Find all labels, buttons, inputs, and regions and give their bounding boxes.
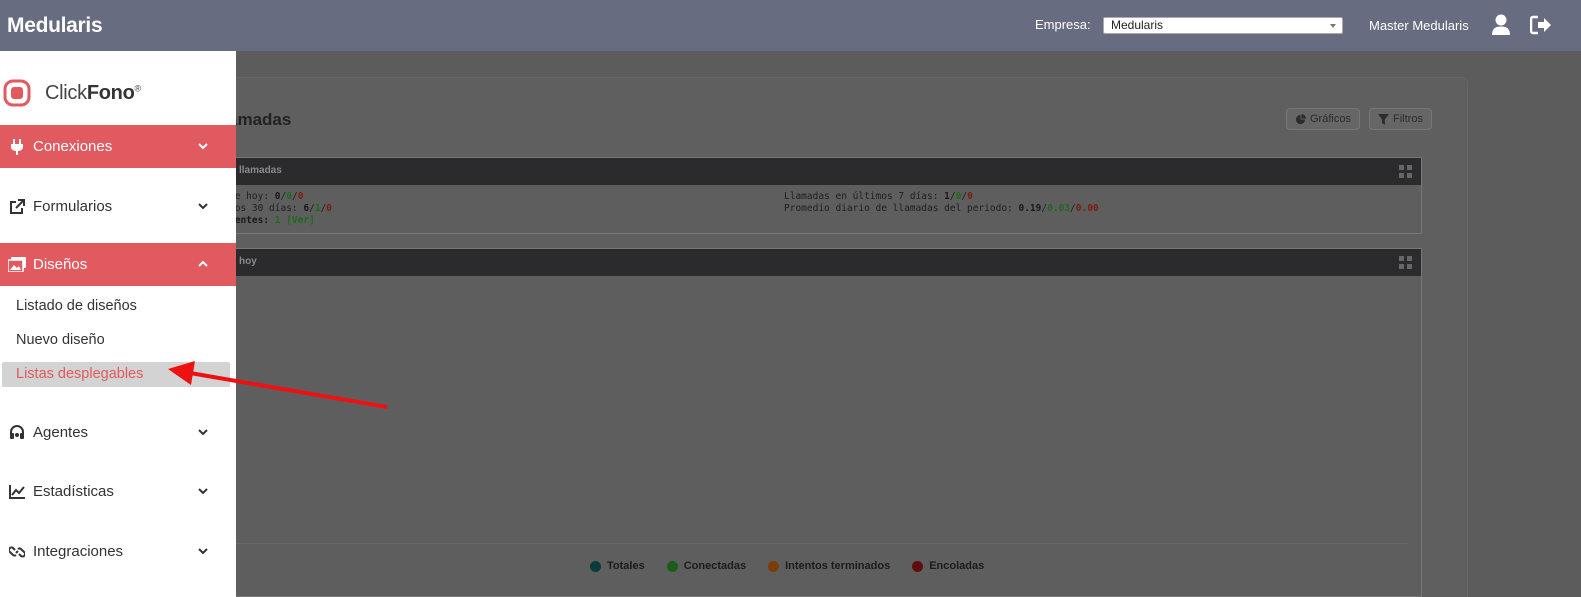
link-icon xyxy=(9,546,25,557)
charts-button[interactable]: Gráficos xyxy=(1286,108,1360,130)
sidebar-item-estadisticas[interactable]: Estadísticas xyxy=(0,470,236,513)
chevron-down-icon xyxy=(198,548,208,555)
logo-registered: ® xyxy=(134,82,142,93)
stats-panel-title: llamadas xyxy=(239,165,282,176)
legend-item[interactable]: Encoladas xyxy=(912,560,984,572)
logo-text-click: Click xyxy=(45,81,87,104)
pending-line: ientes: 1 [Ver] xyxy=(229,215,315,226)
stat-total: 0 xyxy=(274,191,281,202)
submenu-item-nuevo-diseno[interactable]: Nuevo diseño xyxy=(2,328,230,353)
sidebar-item-conexiones[interactable]: Conexiones xyxy=(0,125,236,168)
stat-connected: 0.03 xyxy=(1047,203,1071,214)
stat-label: Promedio diario de llamadas del periodo: xyxy=(784,203,1019,214)
app-brand[interactable]: Medularis xyxy=(7,14,103,38)
chevron-down-icon xyxy=(198,203,208,210)
sidebar-item-label: Estadísticas xyxy=(33,483,114,500)
stat-failed: 0 xyxy=(967,191,973,202)
filters-button[interactable]: Filtros xyxy=(1369,108,1432,130)
images-icon xyxy=(8,257,26,272)
sidebar: ClickFono® Conexiones Formularios Diseño… xyxy=(0,51,236,597)
company-select-value: Medularis xyxy=(1111,18,1164,32)
pending-link[interactable]: 1 [Ver] xyxy=(275,215,315,226)
submenu-item-listado-disenos[interactable]: Listado de diseños xyxy=(2,294,230,319)
chart-baseline xyxy=(236,543,1408,544)
user-name[interactable]: Master Medularis xyxy=(1369,18,1469,33)
charts-button-label: Gráficos xyxy=(1310,113,1351,125)
filters-button-label: Filtros xyxy=(1393,113,1423,125)
last-30-days-line: mos 30 días: 6/1/0 xyxy=(229,203,333,214)
legend-label: Encoladas xyxy=(929,560,985,572)
company-label: Empresa: xyxy=(1035,17,1091,32)
logo-icon xyxy=(3,79,31,107)
headset-icon xyxy=(10,424,24,439)
sidebar-item-label: Diseños xyxy=(33,256,88,273)
stat-connected: 1 xyxy=(314,203,321,214)
stat-failed: 0.00 xyxy=(1075,203,1099,214)
stat-label: mos 30 días: xyxy=(229,203,304,214)
stat-connected: 0 xyxy=(286,191,292,202)
stats-body: de hoy: 0/0/0 mos 30 días: 6/1/0 ientes:… xyxy=(226,185,1421,233)
chart-line-icon xyxy=(9,484,25,499)
sidebar-item-label: Formularios xyxy=(33,198,113,215)
logout-icon[interactable] xyxy=(1530,15,1552,35)
pie-chart-icon xyxy=(1295,113,1306,124)
stat-failed: 0 xyxy=(297,191,304,202)
legend-item[interactable]: Totales xyxy=(590,560,645,572)
logo-text-fono: Fono xyxy=(86,81,135,104)
stats-panel: llamadas de hoy: 0/0/0 mos 30 días: 6/1/… xyxy=(225,157,1422,234)
clickfono-logo[interactable]: ClickFono® xyxy=(3,79,141,107)
chevron-down-icon xyxy=(198,488,208,495)
legend-dot xyxy=(590,560,601,572)
page-title: amadas xyxy=(228,110,292,129)
daily-average-line: Promedio diario de llamadas del periodo:… xyxy=(784,203,1099,214)
sidebar-item-integraciones[interactable]: Integraciones xyxy=(0,530,236,573)
chevron-down-icon xyxy=(1330,24,1336,28)
company-select[interactable]: Medularis xyxy=(1103,17,1343,34)
submenu-item-listas-desplegables[interactable]: Listas desplegables xyxy=(2,362,230,387)
sidebar-item-formularios[interactable]: Formularios xyxy=(0,185,236,228)
grid-icon[interactable] xyxy=(1399,256,1412,269)
stat-connected: 0 xyxy=(955,191,962,202)
filter-icon xyxy=(1378,113,1389,125)
stat-label: Llamadas en últimos 7 días: xyxy=(784,191,945,202)
today-calls-line: de hoy: 0/0/0 xyxy=(229,191,304,202)
sidebar-item-label: Conexiones xyxy=(33,138,113,155)
plug-icon xyxy=(11,138,23,155)
sidebar-item-agentes[interactable]: Agentes xyxy=(0,411,236,454)
user-icon[interactable] xyxy=(1491,14,1511,36)
grid-icon[interactable] xyxy=(1399,165,1412,178)
sidebar-item-label: Agentes xyxy=(33,424,89,441)
stat-total: 0.19 xyxy=(1018,203,1042,214)
legend-dot xyxy=(768,560,780,572)
legend-label: Intentos terminados xyxy=(785,560,891,572)
stat-failed: 0 xyxy=(326,203,333,214)
legend-label: Totales xyxy=(607,560,645,572)
stats-panel-header: llamadas xyxy=(226,158,1421,185)
sidebar-item-disenos[interactable]: Diseños xyxy=(0,243,236,286)
stat-total: 1 xyxy=(944,191,950,202)
last-7-days-line: Llamadas en últimos 7 días: 1/0/0 xyxy=(784,191,973,202)
chevron-up-icon xyxy=(198,260,208,267)
top-bar: Medularis Empresa: Medularis Master Medu… xyxy=(0,0,1581,51)
chart-panel-header: hoy xyxy=(226,249,1421,276)
legend-item[interactable]: Intentos terminados xyxy=(768,560,890,572)
external-link-icon xyxy=(10,198,25,214)
legend-label: Conectadas xyxy=(683,560,747,572)
legend-dot xyxy=(666,560,678,572)
chart-legend: Totales Conectadas Intentos terminados E… xyxy=(590,560,984,572)
stat-total: 6 xyxy=(303,203,310,214)
legend-dot xyxy=(912,560,924,572)
chart-panel: hoy xyxy=(225,248,1422,597)
chart-panel-title: hoy xyxy=(239,256,257,267)
chevron-down-icon xyxy=(198,429,208,436)
chevron-down-icon xyxy=(198,143,208,150)
legend-item[interactable]: Conectadas xyxy=(666,560,747,572)
logo-text: ClickFono® xyxy=(45,82,141,105)
sidebar-item-label: Integraciones xyxy=(33,543,124,560)
